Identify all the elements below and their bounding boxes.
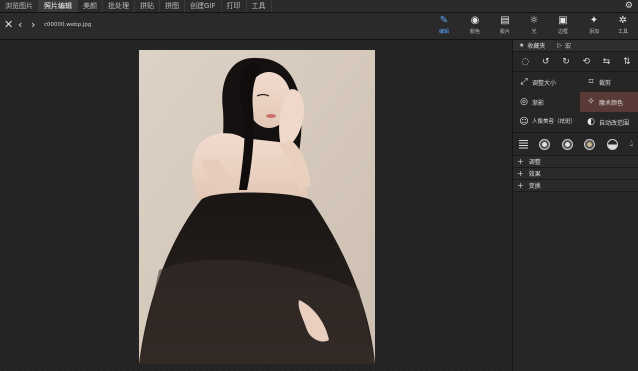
menu-item-photo-edit[interactable]: 照片编辑 (39, 0, 78, 12)
rotate-flip-row: ◌ ↺ ↻ ⟲ ⇆ ⇅ (513, 52, 638, 72)
tool-crop-label: 裁剪 (599, 79, 612, 87)
edit-panel: ★ 收藏夹 ▷ 宏 ◌ ↺ ↻ ⟲ ⇆ ⇅ ⤢ 调整大小 ⌗ 裁剪 ◎ 渐影 ✧… (512, 40, 638, 371)
menu-item-puzzle[interactable]: 拼图 (160, 0, 185, 12)
levels-icon[interactable] (518, 139, 528, 149)
tool-add[interactable]: ✦ 添加 (582, 15, 606, 37)
tab-macro[interactable]: ▷ 宏 (551, 41, 577, 50)
portrait-illustration (139, 50, 375, 364)
expand-plus-icon: + (517, 169, 524, 178)
tool-add-label: 添加 (588, 29, 599, 35)
free-rotate-icon[interactable]: ⟲ (583, 57, 591, 67)
rotate-cw-icon[interactable]: ↻ (562, 57, 570, 67)
preset-circle-icon[interactable] (539, 138, 551, 150)
menu-item-tools[interactable]: 工具 (247, 0, 272, 12)
tool-resize-label: 调整大小 (532, 79, 557, 87)
section-effects-label: 效果 (528, 171, 541, 178)
menu-item-collage[interactable]: 拼贴 (135, 0, 160, 12)
menu-item-browse[interactable]: 浏览图片 (0, 0, 39, 12)
tool-film-label: 胶片 (499, 29, 510, 35)
preset-icons-row: 💧︎ (513, 132, 638, 156)
tool-portrait-beauty[interactable]: ☺ 人像美容（祛斑） (513, 112, 580, 132)
tool-film[interactable]: ▤ 胶片 (493, 15, 517, 37)
tab-favorites[interactable]: ★ 收藏夹 (513, 41, 551, 50)
close-icon[interactable]: ✕ (4, 18, 13, 31)
tool-color-label: 颜色 (469, 29, 480, 35)
resize-icon: ⤢ (520, 77, 528, 87)
tool-vignette[interactable]: ◎ 渐影 (513, 92, 580, 112)
preset-gold-circle-icon[interactable] (584, 138, 596, 150)
portrait-icon: ☺ (519, 117, 529, 127)
expand-plus-icon: + (517, 181, 524, 190)
tool-auto-range[interactable]: ◐ 自动改范围 (580, 112, 638, 132)
settings-gear-icon[interactable]: ⚙ (625, 1, 633, 11)
tool-light-label: 光 (531, 29, 537, 35)
preset-circle-icon[interactable] (561, 138, 573, 150)
edit-icon: ✎ (439, 15, 449, 26)
tool-magic-color[interactable]: ✧ 魔术颜色 (580, 92, 638, 112)
half-circle-icon[interactable] (607, 138, 619, 150)
menu-bar: 浏览图片 照片编辑 美颜 批处理 拼贴 拼图 创建GIF 打印 工具 ⚙ (0, 0, 638, 13)
toolbar: ✕ ‹ › c00000.webp.jpg ✎ 编辑 ◉ 颜色 ▤ 胶片 ☼ 光… (0, 13, 638, 40)
section-effects[interactable]: + 效果 (513, 168, 638, 180)
tool-tools[interactable]: ✲ 工具 (611, 15, 635, 37)
frame-icon: ▣ (558, 15, 568, 26)
chevron-left-icon[interactable]: ‹ (18, 18, 22, 31)
film-icon: ▤ (500, 15, 510, 26)
star-icon: ★ (519, 42, 525, 49)
tab-favorites-label: 收藏夹 (527, 43, 546, 50)
tool-color[interactable]: ◉ 颜色 (463, 15, 487, 37)
edited-photo (139, 50, 375, 364)
tool-frame-label: 边框 (557, 29, 568, 35)
flip-horizontal-icon[interactable]: ⇆ (603, 57, 611, 67)
menu-item-print[interactable]: 打印 (222, 0, 247, 12)
section-adjust[interactable]: + 调整 (513, 156, 638, 168)
play-icon: ▷ (557, 42, 563, 49)
rotate-left-dashed-icon[interactable]: ◌ (521, 57, 529, 67)
tools-icon: ✲ (618, 15, 628, 26)
tool-edit-label: 编辑 (438, 29, 449, 35)
flip-vertical-icon[interactable]: ⇅ (623, 57, 631, 67)
menu-item-batch[interactable]: 批处理 (103, 0, 135, 12)
auto-range-icon: ◐ (587, 117, 595, 127)
tool-edit[interactable]: ✎ 编辑 (432, 15, 456, 37)
expand-plus-icon: + (517, 157, 524, 166)
image-canvas[interactable] (0, 40, 512, 371)
magic-wand-icon: ✧ (587, 97, 595, 107)
add-sparkle-icon: ✦ (589, 15, 599, 26)
vignette-icon: ◎ (520, 97, 528, 107)
tool-frame[interactable]: ▣ 边框 (551, 15, 575, 37)
tool-tools-label: 工具 (617, 29, 628, 35)
tool-magic-color-label: 魔术颜色 (599, 99, 624, 107)
tool-light[interactable]: ☼ 光 (522, 15, 546, 37)
quick-tools-grid: ⤢ 调整大小 ⌗ 裁剪 ◎ 渐影 ✧ 魔术颜色 ☺ 人像美容（祛斑） ◐ 自动改… (513, 72, 638, 132)
file-name: c00000.webp.jpg (44, 22, 92, 28)
crop-icon: ⌗ (588, 77, 594, 87)
rotate-ccw-icon[interactable]: ↺ (542, 57, 550, 67)
tool-vignette-label: 渐影 (532, 99, 545, 107)
section-adjust-label: 调整 (528, 159, 541, 166)
tab-macro-label: 宏 (565, 43, 572, 50)
section-transform[interactable]: + 变换 (513, 180, 638, 192)
tool-portrait-beauty-label: 人像美容（祛斑） (532, 118, 577, 125)
section-transform-label: 变换 (528, 183, 541, 190)
tool-crop[interactable]: ⌗ 裁剪 (580, 72, 638, 92)
chevron-right-icon[interactable]: › (31, 18, 35, 31)
tool-resize[interactable]: ⤢ 调整大小 (513, 72, 580, 92)
menu-item-create-gif[interactable]: 创建GIF (185, 0, 222, 12)
panel-tabs: ★ 收藏夹 ▷ 宏 (513, 40, 638, 52)
tool-auto-range-label: 自动改范围 (599, 119, 630, 127)
menu-item-beauty[interactable]: 美颜 (78, 0, 103, 12)
color-circle-icon: ◉ (470, 15, 480, 26)
light-icon: ☼ (529, 15, 539, 26)
drop-icon[interactable]: 💧︎ (630, 139, 634, 149)
